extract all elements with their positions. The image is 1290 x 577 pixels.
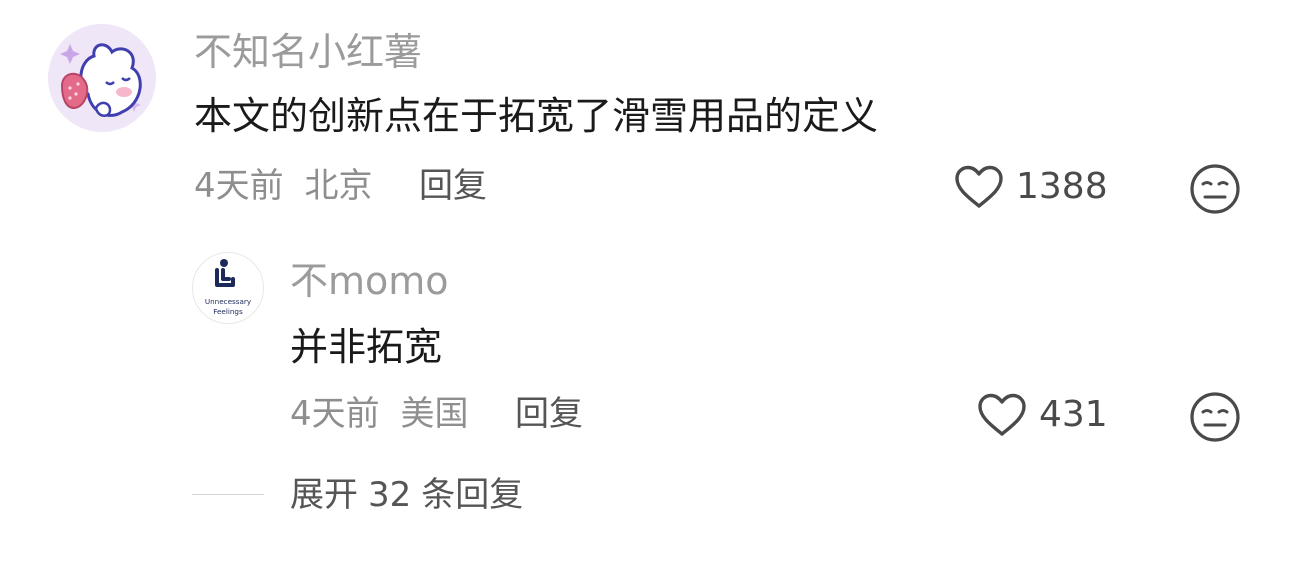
avatar-logo-line1: Unnecessary xyxy=(205,297,252,306)
heart-outline-icon xyxy=(978,393,1026,436)
comment-time: 4天前 xyxy=(194,166,284,206)
unamused-face-icon xyxy=(1190,164,1240,214)
reply-location: 美国 xyxy=(400,394,469,434)
expand-replies-button[interactable]: 展开 32 条回复 xyxy=(290,478,523,512)
reply-username[interactable]: 不momo xyxy=(290,262,449,300)
avatar[interactable] xyxy=(48,24,156,132)
unamused-face-icon xyxy=(1190,392,1240,442)
like-button[interactable]: 1388 xyxy=(954,165,1108,209)
expand-label-suffix: 条回复 xyxy=(421,475,524,515)
avatar-logo-line2: Feelings xyxy=(213,307,243,316)
comment-text: 本文的创新点在于拓宽了滑雪用品的定义 xyxy=(194,94,879,138)
reply-like-button[interactable]: 431 xyxy=(977,393,1108,437)
comment-meta: 4天前 北京 xyxy=(194,169,372,203)
divider xyxy=(192,494,264,495)
username[interactable]: 不知名小红薯 xyxy=(194,33,422,71)
person-at-laptop-logo-icon: Unnecessary Feelings xyxy=(193,253,263,323)
reply-like-count: 431 xyxy=(1039,394,1108,435)
dislike-button[interactable] xyxy=(1189,163,1241,219)
like-count: 1388 xyxy=(1016,166,1108,207)
expand-label-prefix: 展开 xyxy=(290,475,358,515)
heart-outline-icon xyxy=(955,165,1003,208)
reply-dislike-button[interactable] xyxy=(1189,391,1241,447)
cartoon-bunny-avatar-icon xyxy=(48,24,156,132)
reply-to-reply-button[interactable]: 回复 xyxy=(515,397,583,431)
expand-count: 32 xyxy=(368,475,412,515)
reply-time: 4天前 xyxy=(290,394,380,434)
reply-button[interactable]: 回复 xyxy=(419,169,487,203)
reply-meta: 4天前 美国 xyxy=(290,397,468,431)
comment-location: 北京 xyxy=(304,166,373,206)
reply-avatar[interactable]: Unnecessary Feelings xyxy=(192,252,264,324)
reply-text: 并非拓宽 xyxy=(290,325,443,369)
